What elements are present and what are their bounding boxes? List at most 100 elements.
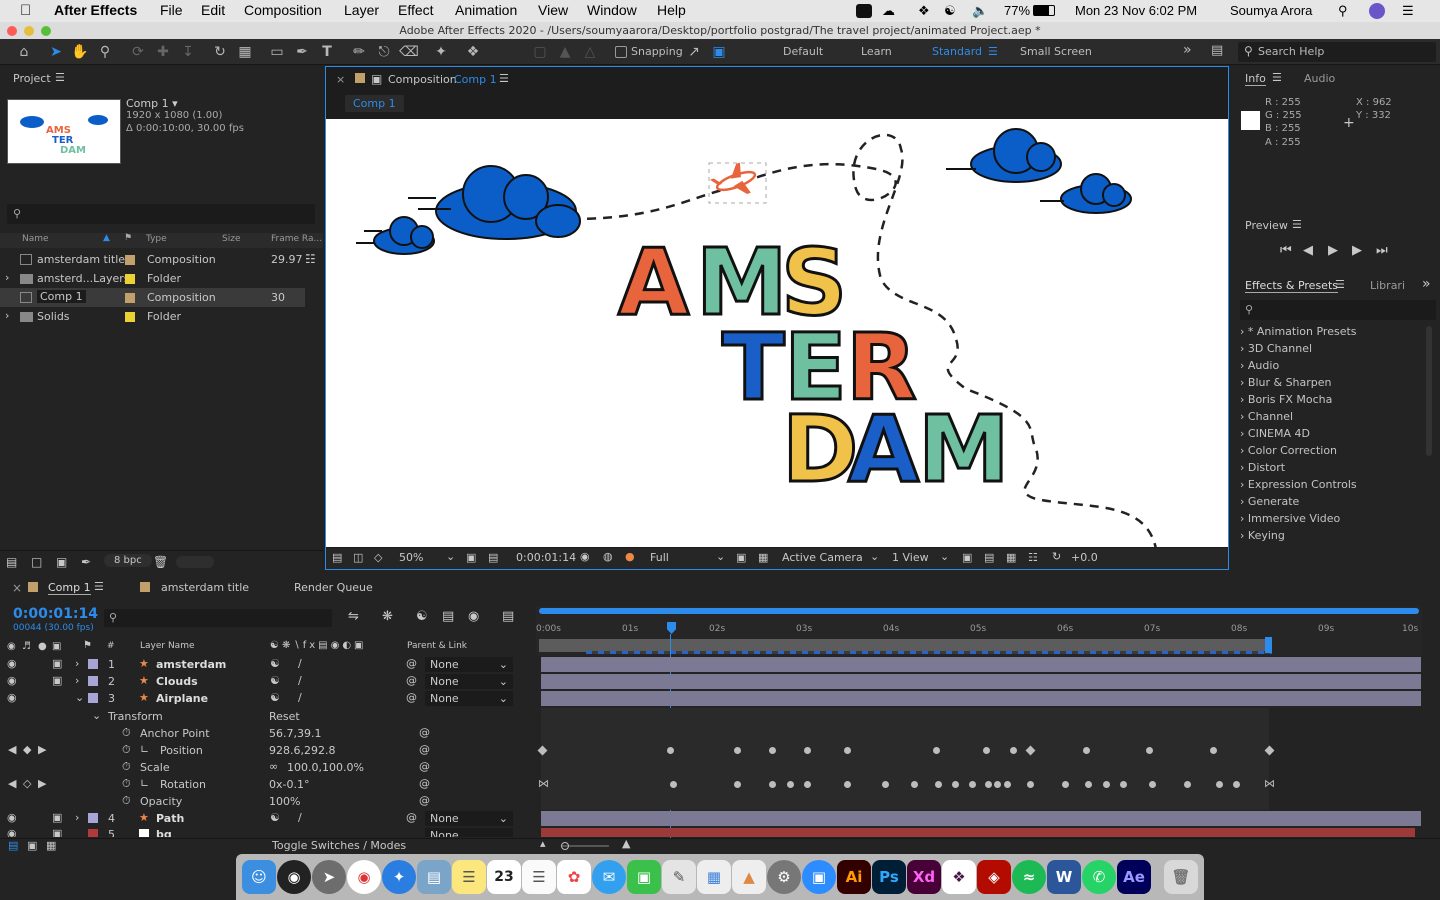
transfer-controls-icon[interactable]: ▣ <box>27 839 37 852</box>
thumbnail-slider[interactable] <box>176 556 214 568</box>
property-value[interactable]: 100% <box>269 795 300 808</box>
pages-icon[interactable]: ✎ <box>662 860 696 894</box>
graph-editor-icon[interactable]: ▤ <box>502 609 514 624</box>
resolution-dropdown[interactable]: Full <box>650 551 669 564</box>
label-col-icon[interactable]: ⚑ <box>83 640 92 651</box>
photoshop-icon[interactable]: Ps <box>872 860 906 894</box>
keyframe[interactable] <box>844 747 851 754</box>
apple-icon[interactable]:  <box>20 2 31 19</box>
label-swatch[interactable] <box>88 829 98 837</box>
video-switch-icon[interactable]: ◉ <box>7 641 16 652</box>
panel-menu-icon[interactable]: ☰ <box>94 580 104 593</box>
stopwatch-icon[interactable]: ⏱ <box>122 794 131 808</box>
expand-arrow-icon[interactable]: › <box>75 674 79 687</box>
type-tool-icon[interactable]: T <box>317 42 337 62</box>
layer-duration-bar[interactable] <box>541 691 1421 706</box>
bluetooth-icon[interactable]: ❖ <box>918 3 930 19</box>
calendar-icon[interactable]: 23 <box>487 860 521 894</box>
lock-icon[interactable]: ▣ <box>52 674 62 687</box>
layer-row[interactable]: ◉ ▣ › 4 ★ Path ☯ ∕ @ None ⌄ <box>0 810 1440 827</box>
play-icon[interactable]: ▶ <box>1328 243 1338 258</box>
menu-effect[interactable]: Effect <box>398 2 434 18</box>
label-swatch[interactable] <box>88 813 98 823</box>
effects-category[interactable]: › Keying <box>1240 529 1285 542</box>
first-frame-icon[interactable]: ⏮ <box>1280 243 1292 258</box>
pick-whip-icon[interactable]: @ <box>406 674 417 687</box>
wifi-icon[interactable]: ☯ <box>944 3 956 19</box>
world-axis-icon[interactable]: ▲ <box>555 42 575 62</box>
clock[interactable]: Mon 23 Nov 6:02 PM <box>1075 3 1197 18</box>
puppet-pin-tool-icon[interactable]: ❖ <box>463 42 483 62</box>
effects-category[interactable]: › 3D Channel <box>1240 342 1312 355</box>
keyframe[interactable] <box>1010 747 1017 754</box>
chevron-down-icon[interactable]: ⌄ <box>870 550 879 563</box>
label-swatch[interactable] <box>125 274 135 284</box>
menu-view[interactable]: View <box>538 2 568 18</box>
property-value[interactable]: 100.0,100.0% <box>287 761 364 774</box>
keyframe[interactable] <box>985 781 992 788</box>
constrain-proportions-icon[interactable]: ∞ <box>269 760 278 773</box>
effects-category[interactable]: › Immersive Video <box>1240 512 1340 525</box>
close-tab-icon[interactable]: × <box>12 581 22 595</box>
layer-name[interactable]: Path <box>156 812 184 825</box>
numbers-icon[interactable]: ▦ <box>697 860 731 894</box>
effects-category[interactable]: › CINEMA 4D <box>1240 427 1310 440</box>
keynote-icon[interactable]: ▲ <box>732 860 766 894</box>
project-row[interactable]: amsterdam title Composition 29.97 ☷ <box>0 250 323 269</box>
col-size[interactable]: Size <box>222 234 240 244</box>
lock-icon[interactable]: ▣ <box>52 811 62 824</box>
toggle-pixel-aspect-icon[interactable]: ▣ <box>962 551 972 564</box>
comp-mini-flowchart-icon[interactable]: ⇋ <box>348 609 359 624</box>
zoom-slider-handle[interactable] <box>561 842 569 850</box>
keyframe[interactable] <box>769 781 776 788</box>
timeline-toggle-icon[interactable]: ▦ <box>1006 551 1016 564</box>
sort-asc-icon[interactable]: ▲ <box>103 233 110 243</box>
tab-preview[interactable]: Preview <box>1245 219 1288 232</box>
hold-keyframe-icon[interactable]: ⋈ <box>538 777 549 790</box>
expression-pick-whip-icon[interactable]: @ <box>419 777 430 790</box>
clone-stamp-tool-icon[interactable]: ⎋ <box>374 42 394 62</box>
viewer-timecode[interactable]: 0:00:01:14 <box>516 551 576 564</box>
effects-search-input[interactable]: ⚲ <box>1240 300 1436 320</box>
keyframe[interactable] <box>670 781 677 788</box>
expression-pick-whip-icon[interactable]: @ <box>419 743 430 756</box>
messages-icon[interactable]: ✉ <box>592 860 626 894</box>
previous-frame-icon[interactable]: ◀ <box>1303 243 1313 258</box>
lock-icon[interactable]: ▣ <box>52 827 62 837</box>
keyframe[interactable] <box>1103 781 1110 788</box>
region-of-interest-icon[interactable]: ▣ <box>736 551 746 564</box>
keyframe[interactable] <box>769 747 776 754</box>
audio-switch-icon[interactable]: ♬ <box>22 641 31 652</box>
pen-tool-icon[interactable]: ✒ <box>292 42 312 62</box>
label-swatch[interactable] <box>88 659 98 669</box>
eye-icon[interactable]: ◉ <box>7 691 17 704</box>
in-out-panes-icon[interactable]: ▦ <box>46 839 56 852</box>
word-icon[interactable]: W <box>1047 860 1081 894</box>
layer-name[interactable]: bg <box>156 828 172 837</box>
layer-name[interactable]: Clouds <box>156 675 198 688</box>
keyframe[interactable] <box>911 781 918 788</box>
keyframe[interactable] <box>1120 781 1127 788</box>
expression-pick-whip-icon[interactable]: @ <box>419 760 430 773</box>
chevron-down-icon[interactable]: ⌄ <box>446 550 455 563</box>
parent-dropdown[interactable]: None ⌄ <box>425 657 513 672</box>
rotation-tool-icon[interactable]: ↻ <box>210 42 230 62</box>
layer-name[interactable]: amsterdam <box>156 658 226 671</box>
keyframe[interactable] <box>933 747 940 754</box>
shy-switch-icon[interactable]: ☯ <box>270 811 280 824</box>
shy-switch-icon[interactable]: ☯ <box>270 657 280 670</box>
flowchart-icon[interactable]: ☷ <box>305 252 316 266</box>
layer-row[interactable]: ◉ ▣ › 1 ★ amsterdam ☯ ∕ @ None ⌄ <box>0 656 1440 673</box>
next-frame-icon[interactable]: ▶ <box>1352 243 1362 258</box>
project-row[interactable]: › amsterd...Layers Folder <box>0 269 323 288</box>
layer-name[interactable]: Airplane <box>156 692 208 705</box>
slack-icon[interactable]: ❖ <box>942 860 976 894</box>
close-tab-icon[interactable]: × <box>336 73 345 86</box>
property-value[interactable]: 0x-0.1° <box>269 778 309 791</box>
shy-switch-icon[interactable]: ☯ <box>270 691 280 704</box>
menu-animation[interactable]: Animation <box>455 2 517 18</box>
stopwatch-active-icon[interactable]: ⏱ <box>122 777 131 791</box>
effects-scrollbar[interactable] <box>1426 326 1432 456</box>
lock-switch-icon[interactable]: ▣ <box>52 641 61 652</box>
rectangle-tool-icon[interactable]: ▭ <box>267 42 287 62</box>
